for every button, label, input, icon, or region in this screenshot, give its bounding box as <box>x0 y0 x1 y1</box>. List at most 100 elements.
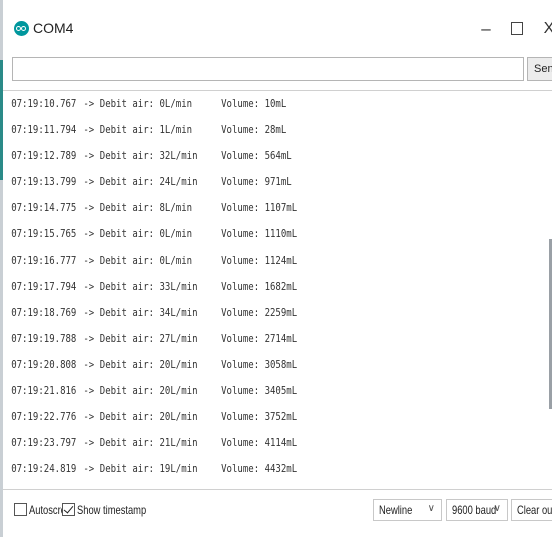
arduino-logo-icon <box>14 21 29 36</box>
line-volume: Volume: 4642mL <box>221 482 297 489</box>
line-arrow: -> <box>83 253 95 267</box>
line-arrow: -> <box>83 482 99 489</box>
line-flow-rate: Debit air: 27L/min <box>99 331 198 345</box>
output-line: 07:19:21.816 -> Debit air: 20L/min Volume: … <box>3 378 453 404</box>
output-line: 07:19:11.794 -> Debit air: 1L/min Volume: 2… <box>3 117 453 143</box>
line-flow-rate: Debit air: 0L/min <box>99 97 193 110</box>
line-arrow: -> <box>83 305 95 319</box>
line-volume: Volume: 2259mL <box>221 305 298 319</box>
close-button[interactable]: X <box>534 15 552 43</box>
line-arrow: -> <box>83 357 95 371</box>
line-flow-rate: Debit air: 32L/min <box>99 149 198 163</box>
line-timestamp: 07:19:12.789 <box>11 149 77 163</box>
output-line: 07:19:17.794 -> Debit air: 33L/min Volume: … <box>3 274 453 300</box>
minimize-button[interactable]: – <box>471 15 501 43</box>
line-flow-rate: Debit air: 21L/min <box>99 436 198 450</box>
line-volume: Volume: 564mL <box>221 149 292 163</box>
line-ending-select[interactable]: Newline ∨ <box>373 499 442 521</box>
window-title: COM4 <box>33 20 74 36</box>
output-line: 07:19:12.789 -> Debit air: 32L/min Volume: … <box>3 143 453 169</box>
line-arrow: -> <box>83 410 95 424</box>
line-volume: Volume: 28mL <box>221 123 287 137</box>
line-timestamp: 07:19:10.767 <box>11 97 77 110</box>
line-timestamp: 07:19:21.816 <box>11 384 77 398</box>
line-volume: Volume: 3752mL <box>221 410 298 424</box>
autoscroll-checkbox[interactable] <box>14 503 27 516</box>
output-line: 07:19:22.776 -> Debit air: 20L/min Volume: … <box>3 404 453 430</box>
line-timestamp: 07:19:14.775 <box>11 201 77 215</box>
output-line: 07:19:10.767 -> Debit air: 0L/min Volume: 1… <box>3 91 453 117</box>
line-flow-rate: Debit air: 33L/min <box>99 279 198 293</box>
maximize-icon <box>511 21 523 35</box>
line-flow-rate: Debit air: 20L/min <box>99 384 198 398</box>
line-arrow: -> <box>83 436 95 450</box>
baud-rate-select[interactable]: 9600 baud ∨ <box>446 499 508 521</box>
line-flow-rate: Debit air: 19L/min <box>99 462 198 476</box>
line-arrow: -> <box>83 462 95 476</box>
send-row: Send <box>3 57 552 83</box>
line-arrow: -> <box>83 123 95 137</box>
line-flow-rate: Debit air: 0L/min <box>99 227 193 241</box>
line-timestamp: 07:19:20.808 <box>11 357 77 371</box>
line-flow-rate: Debit air: 1L/min <box>99 123 193 137</box>
line-flow-rate: Debit air: 12L/min <box>100 482 221 489</box>
line-timestamp: 07:19:22.776 <box>11 410 77 424</box>
line-arrow: -> <box>83 227 95 241</box>
line-volume: Volume: 4114mL <box>221 436 298 450</box>
line-arrow: -> <box>83 149 95 163</box>
line-volume: Volume: 1124mL <box>221 253 298 267</box>
line-volume: Volume: 971mL <box>221 175 292 189</box>
line-arrow: -> <box>83 331 95 345</box>
line-flow-rate: Debit air: 20L/min <box>99 410 198 424</box>
serial-output[interactable]: 07:19:10.767 -> Debit air: 0L/min Volume: 1… <box>3 90 552 490</box>
line-arrow: -> <box>83 201 95 215</box>
line-flow-rate: Debit air: 34L/min <box>99 305 198 319</box>
line-timestamp: 07:19:24.819 <box>11 462 77 476</box>
line-volume: Volume: 4432mL <box>221 462 298 476</box>
send-input[interactable] <box>12 57 524 81</box>
line-arrow: -> <box>83 279 95 293</box>
output-line: 07:19:14.775 -> Debit air: 8L/min Volume: 1… <box>3 195 453 221</box>
line-arrow: -> <box>83 97 95 110</box>
line-volume: Volume: 1107mL <box>221 201 298 215</box>
line-timestamp: 07:19:16.777 <box>11 253 77 267</box>
output-line: 07:19:13.799 -> Debit air: 24L/min Volume: … <box>3 169 453 195</box>
line-timestamp: 07:19:18.769 <box>11 305 77 319</box>
bottom-bar: Autoscroll Show timestamp Newline ∨ 9600… <box>3 497 552 527</box>
clear-output-label: Clear output <box>517 503 552 517</box>
output-line: 07:19:23.797 -> Debit air: 21L/min Volume: … <box>3 430 453 456</box>
line-timestamp: 07:19:17.794 <box>11 279 77 293</box>
clear-output-button[interactable]: Clear output <box>511 499 552 521</box>
output-line: 07:19:18.769 -> Debit air: 34L/min Volume: … <box>3 300 453 326</box>
line-volume: Volume: 1682mL <box>221 279 298 293</box>
chevron-down-icon: ∨ <box>427 503 435 514</box>
line-timestamp: 07:19:15.765 <box>11 227 77 241</box>
output-line: 07:19:16.777 -> Debit air: 0L/min Volume: 1… <box>3 248 453 274</box>
line-arrow: -> <box>83 384 95 398</box>
line-volume: Volume: 10mL <box>221 97 287 110</box>
line-volume: Volume: 3058mL <box>221 357 298 371</box>
show-timestamp-checkbox[interactable] <box>62 503 75 516</box>
output-line: 07:19:15.765 -> Debit air: 0L/min Volume: 1… <box>3 221 453 247</box>
line-timestamp: 07:19:25.816 <box>11 482 83 489</box>
output-lines: 07:19:10.767 -> Debit air: 0L/min Volume: 1… <box>3 91 552 489</box>
show-timestamp-label: Show timestamp <box>77 503 147 517</box>
chevron-down-icon: ∨ <box>493 503 501 514</box>
output-line: 07:19:20.808 -> Debit air: 20L/min Volume: … <box>3 352 453 378</box>
line-flow-rate: Debit air: 8L/min <box>99 201 193 215</box>
baud-rate-value: 9600 baud <box>452 503 497 517</box>
line-flow-rate: Debit air: 0L/min <box>99 253 193 267</box>
line-arrow: -> <box>83 175 95 189</box>
line-flow-rate: Debit air: 24L/min <box>99 175 198 189</box>
line-timestamp: 07:19:13.799 <box>11 175 77 189</box>
line-ending-value: Newline <box>379 503 413 517</box>
line-flow-rate: Debit air: 20L/min <box>99 357 198 371</box>
line-volume: Volume: 3405mL <box>221 384 298 398</box>
line-volume: Volume: 2714mL <box>221 331 298 345</box>
title-bar: COM4 – X <box>3 0 552 50</box>
send-button[interactable]: Send <box>527 57 552 81</box>
maximize-button[interactable] <box>502 15 532 43</box>
output-line: 07:19:19.788 -> Debit air: 27L/min Volume: … <box>3 326 453 352</box>
line-timestamp: 07:19:11.794 <box>11 123 77 137</box>
line-timestamp: 07:19:23.797 <box>11 436 77 450</box>
